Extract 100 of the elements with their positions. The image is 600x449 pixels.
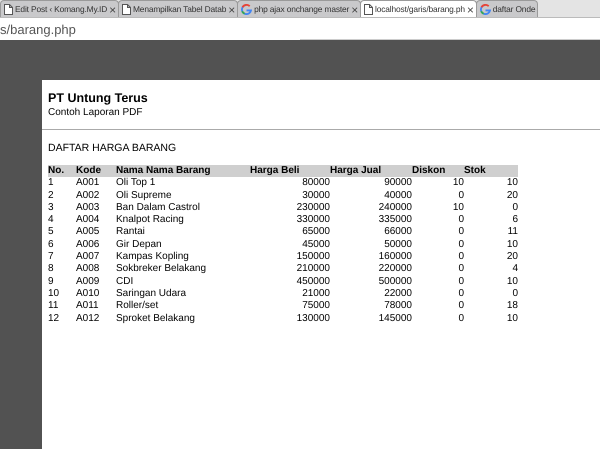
table-cell: 160000 [330,251,412,264]
column-header: Harga Beli [250,165,330,178]
address-field[interactable]: s/barang.php [0,18,600,40]
browser-tab[interactable]: daftar Onde [476,0,538,17]
table-cell: 6 [464,214,518,226]
table-cell-text: 330000 [296,214,330,226]
browser-tab[interactable]: localhost/garis/barang.ph × [360,0,477,17]
table-cell: 0 [412,214,464,226]
table-cell: 90000 [330,177,412,190]
table-cell: 10 [464,238,518,252]
table-cell: 9 [48,276,76,288]
table-cell-text: A004 [76,214,100,226]
table-cell-text: 150000 [296,251,330,264]
table-cell: 8 [48,263,76,276]
table-cell: 66000 [330,226,412,239]
table-cell-text: A008 [76,263,100,276]
table-cell: 78000 [330,300,412,313]
table-cell: 50000 [330,238,412,252]
table-cell-text: 30000 [301,190,330,202]
close-icon[interactable]: × [351,4,358,16]
table-cell-text: Sproket Belakang [116,312,196,325]
table-cell-text: A010 [76,288,100,300]
document-icon [4,4,13,15]
table-cell-text: A007 [76,251,100,264]
browser-tab[interactable]: Menampilkan Tabel Datab × [118,0,238,17]
table-cell: 240000 [330,202,412,214]
tab-title: daftar Onde [492,3,536,16]
table-cell-text: Ban Dalam Castrol [116,202,201,214]
table-cell: 22000 [330,288,412,300]
table-cell-text: Knalpot Racing [116,214,185,226]
table-cell-text: A006 [76,238,100,252]
table-cell-text: Oli Supreme [116,190,173,202]
table-cell: 3 [48,202,76,214]
column-header: Stok [464,165,518,178]
table-cell: 0 [464,288,518,300]
table-cell-text: 65000 [301,226,330,239]
table-cell: 5 [48,226,76,239]
tab-title: Menampilkan Tabel Datab [132,3,226,16]
close-icon[interactable]: × [109,4,116,16]
table-cell-text: 75000 [301,300,330,313]
table-cell-text: 45000 [301,238,330,252]
table-cell: 0 [412,263,464,276]
document-icon [122,4,131,15]
table-cell: 0 [412,276,464,288]
browser-tab[interactable]: php ajax onchange master × [237,0,362,17]
table-cell: 500000 [330,276,412,288]
table-cell: 4 [48,214,76,226]
table-cell: 10 [464,177,518,190]
table-cell-text: 210000 [296,263,330,276]
table-cell-text: Rantai [116,226,146,239]
table-cell: 220000 [330,263,412,276]
table-cell-text: A003 [76,202,100,214]
table-cell: 7 [48,251,76,264]
table-cell-text: A012 [76,312,100,325]
column-header: Nama Nama Barang [116,165,250,178]
table-cell: 0 [412,288,464,300]
table-cell-text: Saringan Udara [116,288,188,300]
table-cell-text: A002 [76,190,100,202]
close-icon[interactable]: × [228,4,236,16]
table-cell-text: 130000 [296,312,330,325]
report-subtitle: Contoh Laporan PDF [48,106,144,119]
table-cell-text: 21000 [301,288,330,300]
company-name: PT Untung Terus [48,91,149,106]
table-cell: 10 [412,202,464,214]
table-cell-text: A005 [76,226,100,239]
table-cell-text: 450000 [296,276,330,288]
table-cell: 10 [48,288,76,300]
table-cell-text: A011 [76,300,100,313]
table-cell: 0 [412,190,464,202]
tab-title: php ajax onchange master [254,3,350,16]
table-cell: 2 [48,190,76,202]
table-cell: 12 [48,312,76,325]
table-cell-text: Kampas Kopling [116,251,190,264]
table-cell: 145000 [330,312,412,325]
close-icon[interactable]: × [466,4,474,16]
tab-title: Edit Post ‹ Komang.My.ID [15,3,108,16]
column-header: Diskon [412,165,464,178]
table-cell: 11 [464,226,518,239]
column-header: Kode [76,165,116,178]
browser-tab[interactable]: Edit Post ‹ Komang.My.ID × [0,0,119,17]
table-cell: 0 [412,238,464,252]
table-cell: 11 [48,300,76,313]
table-cell: 40000 [330,190,412,202]
g-logo-icon [480,4,491,15]
table-cell: 0 [412,251,464,264]
table-cell: 10 [464,312,518,325]
table-cell-text: Roller/set [116,300,160,313]
table-cell-text: Oli Top 1 [116,177,156,190]
table-cell-text: Gir Depan [116,238,163,252]
column-header: No. [48,165,76,178]
table-cell-text: Sokbreker Belakang [116,263,208,276]
table-cell: 10 [464,276,518,288]
table-cell: 335000 [330,214,412,226]
tab-title: localhost/garis/barang.ph [375,3,465,16]
report-heading: DAFTAR HARGA BARANG [48,142,178,155]
table-cell: 0 [412,300,464,313]
table-cell: 0 [464,202,518,214]
column-header: Harga Jual [330,165,412,178]
table-cell: 20 [464,251,518,264]
table-cell-text: CDI [116,276,134,288]
